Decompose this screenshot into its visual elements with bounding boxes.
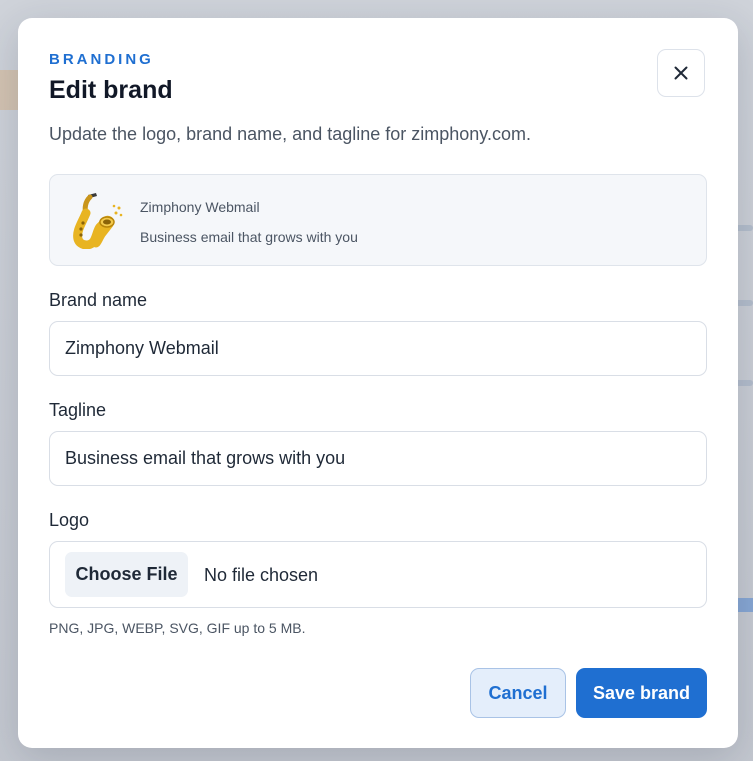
preview-brand-name: Zimphony Webmail	[140, 199, 260, 215]
saxophone-logo-icon	[73, 193, 123, 249]
dialog-eyebrow: BRANDING	[49, 51, 154, 68]
brand-name-input[interactable]	[49, 321, 707, 376]
file-status-text: No file chosen	[204, 565, 319, 585]
logo-file-input[interactable]: Choose File No file chosen	[49, 541, 707, 608]
tagline-label: Tagline	[49, 400, 107, 420]
close-button[interactable]	[657, 49, 705, 97]
logo-format-hint: PNG, JPG, WEBP, SVG, GIF up to 5 MB.	[49, 620, 306, 636]
brand-name-label: Brand name	[49, 290, 148, 310]
background-decoration	[0, 70, 18, 110]
cancel-button[interactable]: Cancel	[470, 668, 566, 718]
tagline-input[interactable]	[49, 431, 707, 486]
save-brand-button[interactable]: Save brand	[576, 668, 707, 718]
preview-tagline: Business email that grows with you	[140, 229, 358, 245]
logo-label: Logo	[49, 510, 90, 530]
dialog-description: Update the logo, brand name, and tagline…	[49, 124, 531, 144]
close-icon	[674, 66, 688, 80]
brand-preview: Zimphony Webmail Business email that gro…	[49, 174, 707, 266]
choose-file-button[interactable]: Choose File	[65, 552, 188, 597]
edit-brand-dialog: BRANDING Edit brand Update the logo, bra…	[18, 18, 738, 748]
dialog-title: Edit brand	[49, 76, 173, 104]
